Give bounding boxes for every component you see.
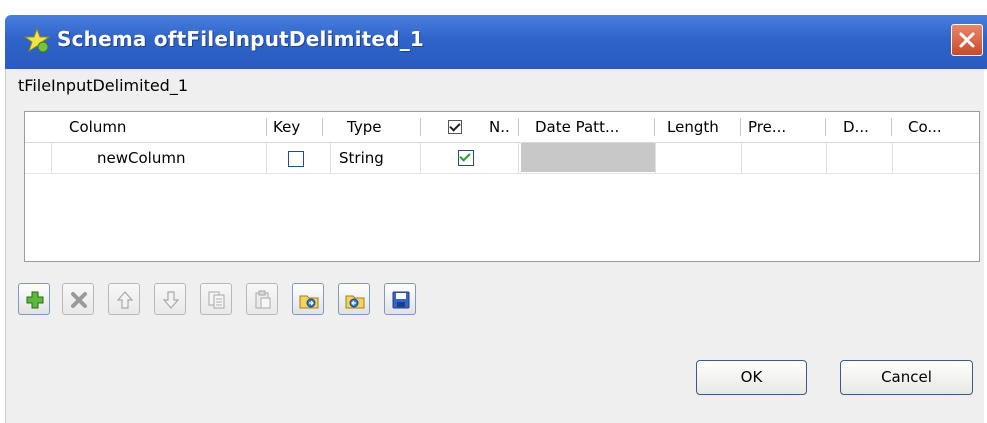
ok-button[interactable]: OK xyxy=(696,360,807,395)
header-default[interactable]: D... xyxy=(843,112,893,142)
nullable-checkbox[interactable] xyxy=(458,150,474,166)
header-separator xyxy=(891,118,892,136)
x-icon xyxy=(71,292,87,308)
cell-date-pattern[interactable] xyxy=(521,143,655,172)
move-up-button[interactable] xyxy=(108,283,140,315)
paste-icon xyxy=(255,290,271,309)
cell-divider xyxy=(518,143,519,173)
copy-button[interactable] xyxy=(200,283,232,315)
header-length[interactable]: Length xyxy=(667,112,733,142)
table-header: Column Key Type N.. Date Patt... Length … xyxy=(25,112,979,143)
cell-divider xyxy=(266,143,267,173)
cell-type[interactable]: String xyxy=(339,143,384,173)
plus-icon xyxy=(26,291,44,309)
component-label: tFileInputDelimited_1 xyxy=(18,76,189,95)
header-separator xyxy=(322,118,323,136)
schema-table[interactable]: Column Key Type N.. Date Patt... Length … xyxy=(24,111,980,262)
cell-divider xyxy=(892,143,893,173)
key-checkbox[interactable] xyxy=(288,151,304,167)
header-separator xyxy=(420,118,421,136)
cancel-button[interactable]: Cancel xyxy=(840,360,973,395)
window-title: Schema oftFileInputDelimited_1 xyxy=(57,27,425,51)
header-date-pattern[interactable]: Date Patt... xyxy=(535,112,650,142)
add-button[interactable] xyxy=(18,283,50,315)
export-icon xyxy=(345,295,365,309)
save-button[interactable] xyxy=(384,283,416,315)
header-separator xyxy=(518,118,519,136)
export-button[interactable] xyxy=(338,283,370,315)
schema-star-icon xyxy=(23,27,51,53)
header-comment[interactable]: Co... xyxy=(908,112,968,142)
header-type[interactable]: Type xyxy=(347,112,407,142)
header-separator xyxy=(654,118,655,136)
cell-divider xyxy=(655,143,656,173)
header-separator xyxy=(825,118,826,136)
copy-icon xyxy=(208,291,225,309)
header-precision[interactable]: Pre... xyxy=(748,112,818,142)
arrow-down-icon xyxy=(162,291,180,309)
schema-dialog: Schema oftFileInputDelimited_1 tFileInpu… xyxy=(0,0,987,423)
header-nullable[interactable]: N.. xyxy=(489,112,515,142)
title-bar[interactable]: Schema oftFileInputDelimited_1 xyxy=(5,15,987,69)
import-button[interactable] xyxy=(292,283,324,315)
table-row[interactable]: newColumn String xyxy=(25,143,979,174)
close-button[interactable] xyxy=(951,24,983,56)
header-separator xyxy=(740,118,741,136)
header-column[interactable]: Column xyxy=(69,112,259,142)
save-icon xyxy=(392,291,410,309)
arrow-up-icon xyxy=(116,291,134,309)
cell-column[interactable]: newColumn xyxy=(97,143,185,173)
cell-divider xyxy=(741,143,742,173)
cell-divider xyxy=(826,143,827,173)
remove-button[interactable] xyxy=(62,283,94,315)
header-key[interactable]: Key xyxy=(273,112,313,142)
move-down-button[interactable] xyxy=(154,283,186,315)
import-icon xyxy=(299,295,319,309)
header-separator xyxy=(266,118,267,136)
paste-button[interactable] xyxy=(246,283,278,315)
cell-divider xyxy=(420,143,421,173)
close-icon xyxy=(959,32,975,48)
cell-divider xyxy=(51,143,52,173)
cell-divider xyxy=(330,143,331,173)
header-nullable-checkbox[interactable] xyxy=(448,120,462,134)
